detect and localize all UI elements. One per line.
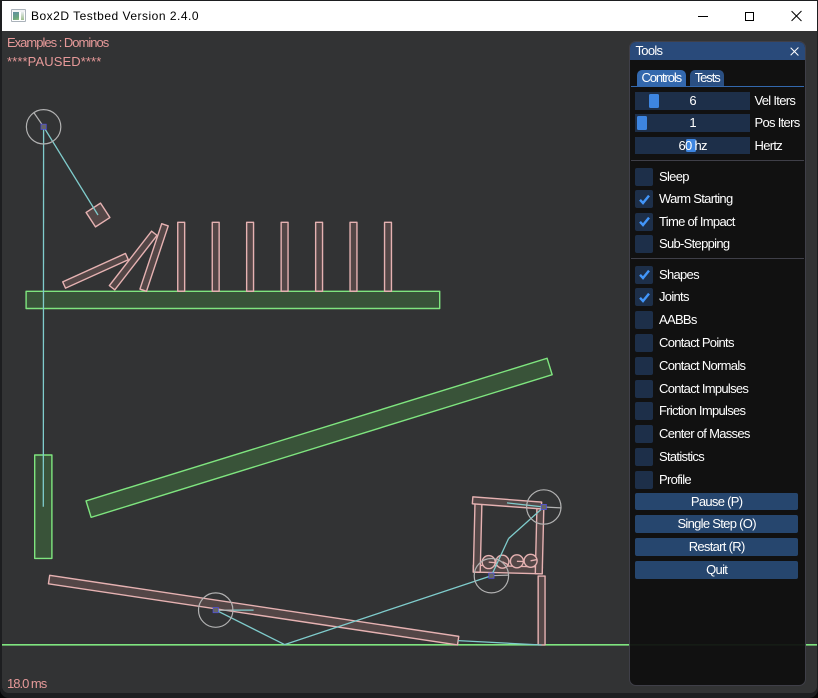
joint-anchor-point-a xyxy=(489,573,494,578)
checkbox-shapes[interactable] xyxy=(635,266,653,284)
physics-canvas[interactable]: Examples : Dominos ****PAUSED**** 18.0 m… xyxy=(2,31,817,693)
checkbox-label: Friction Impulses xyxy=(659,402,745,420)
maximize-icon xyxy=(745,12,754,21)
domino-shape xyxy=(178,222,185,291)
checkbox-label: AABBs xyxy=(659,311,697,329)
tools-panel: Tools ControlsTests 6 Vel Iters 1 Pos Iters… xyxy=(629,41,806,686)
close-icon xyxy=(790,10,802,22)
example-title-text: Examples : Dominos xyxy=(7,35,108,50)
slider-label: Vel Iters xyxy=(755,92,796,110)
domino-shape xyxy=(212,222,219,291)
checkbox-label: Profile xyxy=(659,471,691,489)
checkbox-label: Statistics xyxy=(659,448,704,466)
checkbox-label: Warm Starting xyxy=(659,190,733,208)
slider-value: 1 xyxy=(635,114,750,132)
tools-panel-title: Tools xyxy=(636,42,663,59)
app-window: Box2D Testbed Version 2.4.0 Examples : D… xyxy=(0,0,818,698)
domino-shape xyxy=(281,222,288,291)
checkbox-contact-impulses[interactable] xyxy=(635,380,653,398)
checkbox-label: Joints xyxy=(659,288,689,306)
checkbox-joints[interactable] xyxy=(635,288,653,306)
tab-controls[interactable]: Controls xyxy=(637,70,686,87)
slider-value: 60 hz xyxy=(635,137,750,155)
joint-anchor-point-a xyxy=(41,125,46,130)
checkbox-contact-normals[interactable] xyxy=(635,357,653,375)
slider-pos-iters[interactable]: 1 xyxy=(635,114,750,132)
tools-panel-titlebar[interactable]: Tools xyxy=(630,42,805,60)
checkbox-label: Shapes xyxy=(659,266,699,284)
button-pause-p[interactable]: Pause (P) xyxy=(635,493,798,511)
tools-close-button[interactable] xyxy=(788,45,801,58)
checkbox-sub-stepping[interactable] xyxy=(635,235,653,253)
tabbar-underline xyxy=(631,86,804,87)
checkbox-label: Contact Points xyxy=(659,334,734,352)
shelf-top-shape xyxy=(26,291,440,308)
checkbox-warm-starting[interactable] xyxy=(635,190,653,208)
domino-shape xyxy=(247,222,254,291)
checkbox-label: Time of Impact xyxy=(659,213,735,231)
minimize-button[interactable] xyxy=(680,1,726,31)
ball-axis-line xyxy=(489,562,495,563)
checkbox-statistics[interactable] xyxy=(635,448,653,466)
slider-label: Pos Iters xyxy=(755,114,800,132)
check-icon xyxy=(638,291,651,304)
checkbox-center-of-masses[interactable] xyxy=(635,425,653,443)
joint-anchor-point-a xyxy=(213,608,218,613)
checkbox-label: Sub-Stepping xyxy=(659,235,729,253)
button-quit[interactable]: Quit xyxy=(635,561,798,579)
domino-shape xyxy=(385,222,392,291)
separator xyxy=(631,160,804,161)
checkbox-label: Contact Impulses xyxy=(659,380,748,398)
check-icon xyxy=(638,268,651,281)
check-icon xyxy=(638,193,651,206)
maximize-button[interactable] xyxy=(727,1,773,31)
button-label: Single Step (O) xyxy=(635,515,798,533)
tab-label: Tests xyxy=(690,70,724,87)
paused-text: ****PAUSED**** xyxy=(7,54,101,69)
joint-anchor-point-a xyxy=(542,505,547,510)
checkbox-label: Center of Masses xyxy=(659,425,750,443)
button-label: Restart (R) xyxy=(635,538,798,556)
button-single-step-o[interactable]: Single Step (O) xyxy=(635,515,798,533)
checkbox-label: Contact Normals xyxy=(659,357,745,375)
checkbox-time-of-impact[interactable] xyxy=(635,213,653,231)
close-button[interactable] xyxy=(773,1,818,31)
tab-tests[interactable]: Tests xyxy=(690,70,724,87)
button-restart-r[interactable]: Restart (R) xyxy=(635,538,798,556)
slider-vel-iters[interactable]: 6 xyxy=(635,92,750,110)
button-label: Quit xyxy=(635,561,798,579)
slider-label: Hertz xyxy=(755,137,783,155)
slider-value: 6 xyxy=(635,92,750,110)
checkbox-contact-points[interactable] xyxy=(635,334,653,352)
titlebar: Box2D Testbed Version 2.4.0 xyxy=(2,1,817,31)
minimize-icon xyxy=(698,16,708,17)
domino-shape xyxy=(350,222,357,291)
checkbox-profile[interactable] xyxy=(635,471,653,489)
tether-bar-shape xyxy=(538,576,545,645)
slider-hertz[interactable]: 60 hz xyxy=(635,137,750,155)
domino-shape xyxy=(316,222,323,291)
tab-label: Controls xyxy=(637,70,686,87)
checkbox-sleep[interactable] xyxy=(635,168,653,186)
checkbox-label: Sleep xyxy=(659,168,689,186)
checkbox-friction-impulses[interactable] xyxy=(635,402,653,420)
button-label: Pause (P) xyxy=(635,493,798,511)
separator xyxy=(631,258,804,259)
frame-time-text: 18.0 ms xyxy=(7,676,46,691)
checkbox-aabbs[interactable] xyxy=(635,311,653,329)
check-icon xyxy=(638,215,651,228)
window-title: Box2D Testbed Version 2.4.0 xyxy=(31,1,199,31)
app-icon xyxy=(11,9,26,22)
